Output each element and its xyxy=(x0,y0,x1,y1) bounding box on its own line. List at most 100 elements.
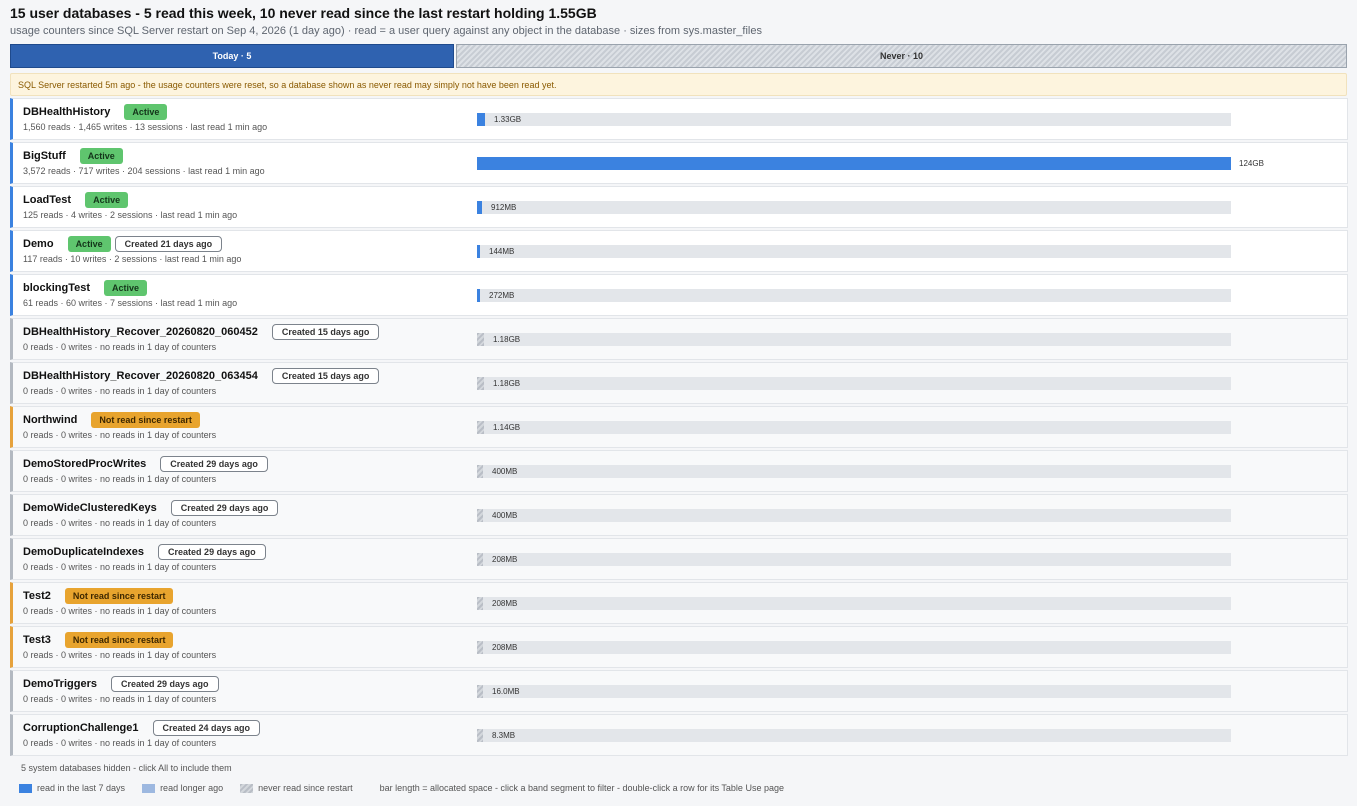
database-name: Test3 xyxy=(23,634,51,646)
hidden-system-db-note: 5 system databases hidden - click All to… xyxy=(21,763,232,773)
size-label: 1.18GB xyxy=(493,335,521,344)
size-label: 1.18GB xyxy=(493,379,521,388)
size-label: 8.3MB xyxy=(492,731,516,740)
active-badge: Active xyxy=(124,104,168,120)
database-row[interactable]: CorruptionChallenge1 Created 24 days ago 0… xyxy=(10,714,1348,756)
database-name-line: CorruptionChallenge1 Created 24 days ago xyxy=(23,719,261,737)
not-read-badge: Not read since restart xyxy=(64,632,174,648)
legend-item-longer: read longer ago xyxy=(142,783,223,793)
legend-hint: bar length = allocated space - click a b… xyxy=(379,783,784,793)
size-bar-fill xyxy=(477,465,483,478)
size-bar-track: 1.18GB xyxy=(477,377,1231,390)
size-label: 1.33GB xyxy=(494,115,522,124)
database-name-line: DBHealthHistory_Recover_20260820_063454 C… xyxy=(23,367,380,385)
size-bar-fill xyxy=(477,333,484,346)
database-row[interactable]: Northwind Not read since restart 0 reads ·… xyxy=(10,406,1348,448)
legend-swatch-longer xyxy=(142,783,156,793)
size-bar-track: 272MB xyxy=(477,289,1231,302)
created-badge: Created 29 days ago xyxy=(160,456,268,472)
legend-item-never: never read since restart xyxy=(240,783,353,793)
database-name-line: DemoWideClusteredKeys Created 29 days ago xyxy=(23,499,279,517)
created-badge: Created 15 days ago xyxy=(271,324,380,340)
database-stats: 0 reads · 0 writes · no reads in 1 day o… xyxy=(23,518,217,528)
database-name-line: BigStuff Active xyxy=(23,147,123,165)
band-segment-today[interactable]: Today · 5 xyxy=(10,44,454,68)
database-name-line: Northwind Not read since restart xyxy=(23,411,200,429)
legend-item-recent: read in the last 7 days xyxy=(19,783,125,793)
database-name: Test2 xyxy=(23,590,51,602)
size-label: 912MB xyxy=(491,203,517,212)
database-name-line: Test2 Not read since restart xyxy=(23,587,174,605)
size-bar-track: 400MB xyxy=(477,465,1231,478)
size-bar-fill xyxy=(477,377,484,390)
active-badge: Active xyxy=(104,280,148,296)
size-bar-track: 1.14GB xyxy=(477,421,1231,434)
database-name: DemoDuplicateIndexes xyxy=(23,546,145,558)
database-stats: 125 reads · 4 writes · 2 sessions · last… xyxy=(23,210,238,220)
database-row[interactable]: BigStuff Active 3,572 reads · 717 writes ·… xyxy=(10,142,1348,184)
database-row[interactable]: Test2 Not read since restart 0 reads · 0 w… xyxy=(10,582,1348,624)
size-bar-fill xyxy=(477,685,483,698)
database-row[interactable]: DemoStoredProcWrites Created 29 days ago 0… xyxy=(10,450,1348,492)
size-label: 124GB xyxy=(1239,159,1264,168)
size-label: 1.14GB xyxy=(493,423,521,432)
database-name-line: blockingTest Active xyxy=(23,279,148,297)
database-name-line: DemoDuplicateIndexes Created 29 days ago xyxy=(23,543,266,561)
database-name: DemoStoredProcWrites xyxy=(23,458,147,470)
size-label: 400MB xyxy=(492,511,518,520)
database-row[interactable]: blockingTest Active 61 reads · 60 writes ·… xyxy=(10,274,1348,316)
legend-swatch-recent xyxy=(19,783,32,793)
legend-swatch-never xyxy=(240,783,254,793)
database-row[interactable]: DBHealthHistory_Recover_20260820_063454 C… xyxy=(10,362,1348,404)
database-name: DBHealthHistory xyxy=(23,106,111,118)
database-stats: 0 reads · 0 writes · no reads in 1 day o… xyxy=(23,342,217,352)
database-name-line: DemoTriggers Created 29 days ago xyxy=(23,675,219,693)
database-row[interactable]: DBHealthHistory_Recover_20260820_060452 C… xyxy=(10,318,1348,360)
created-badge: Created 21 days ago xyxy=(114,236,223,252)
database-stats: 0 reads · 0 writes · no reads in 1 day o… xyxy=(23,430,217,440)
database-name: DBHealthHistory_Recover_20260820_060452 xyxy=(23,326,258,338)
size-bar-track: 208MB xyxy=(477,553,1231,566)
size-bar-fill xyxy=(477,597,483,610)
size-bar-track: 124GB xyxy=(477,157,1264,170)
database-row[interactable]: LoadTest Active 125 reads · 4 writes · 2 s… xyxy=(10,186,1348,228)
database-name-line: DBHealthHistory Active xyxy=(23,103,168,121)
size-label: 16.0MB xyxy=(492,687,520,696)
database-row[interactable]: DemoDuplicateIndexes Created 29 days ago 0… xyxy=(10,538,1348,580)
database-stats: 0 reads · 0 writes · no reads in 1 day o… xyxy=(23,606,217,616)
database-name: DemoWideClusteredKeys xyxy=(23,502,157,514)
legend: read in the last 7 days read longer ago … xyxy=(19,783,784,793)
size-bar-fill xyxy=(477,113,485,126)
size-bar-fill xyxy=(477,641,483,654)
database-row[interactable]: DemoWideClusteredKeys Created 29 days ago… xyxy=(10,494,1348,536)
created-badge: Created 29 days ago xyxy=(110,676,219,692)
active-badge: Active xyxy=(79,148,123,164)
database-stats: 0 reads · 0 writes · no reads in 1 day o… xyxy=(23,386,217,396)
database-row[interactable]: DemoTriggers Created 29 days ago 0 reads ·… xyxy=(10,670,1348,712)
database-name: DBHealthHistory_Recover_20260820_063454 xyxy=(23,370,258,382)
database-row[interactable]: Demo Active Created 21 days ago 117 reads ·… xyxy=(10,230,1348,272)
size-bar-track: 1.33GB xyxy=(477,113,1231,126)
size-bar-track: 1.18GB xyxy=(477,333,1231,346)
size-bar-fill xyxy=(477,245,480,258)
not-read-badge: Not read since restart xyxy=(91,412,200,428)
band-segment-never[interactable]: Never · 10 xyxy=(456,44,1347,68)
size-bar-fill xyxy=(477,421,484,434)
size-bar-fill xyxy=(477,553,483,566)
restart-notice: SQL Server restarted 5m ago - the usage … xyxy=(10,73,1347,96)
database-name-line: DBHealthHistory_Recover_20260820_060452 C… xyxy=(23,323,380,341)
database-list: DBHealthHistory Active 1,560 reads · 1,465… xyxy=(10,98,1348,758)
size-bar-fill xyxy=(477,729,483,742)
database-name: BigStuff xyxy=(23,150,66,162)
legend-label-recent: read in the last 7 days xyxy=(37,783,126,793)
size-bar-track: 912MB xyxy=(477,201,1231,214)
size-label: 208MB xyxy=(492,643,518,652)
database-stats: 0 reads · 0 writes · no reads in 1 day o… xyxy=(23,474,217,484)
database-name: blockingTest xyxy=(23,282,91,294)
not-read-badge: Not read since restart xyxy=(64,588,174,604)
database-stats: 0 reads · 0 writes · no reads in 1 day o… xyxy=(23,650,217,660)
page-header: 15 user databases - 5 read this week, 10… xyxy=(10,5,762,38)
size-bar-track: 208MB xyxy=(477,597,1231,610)
database-row[interactable]: Test3 Not read since restart 0 reads · 0 w… xyxy=(10,626,1348,668)
database-row[interactable]: DBHealthHistory Active 1,560 reads · 1,465… xyxy=(10,98,1348,140)
